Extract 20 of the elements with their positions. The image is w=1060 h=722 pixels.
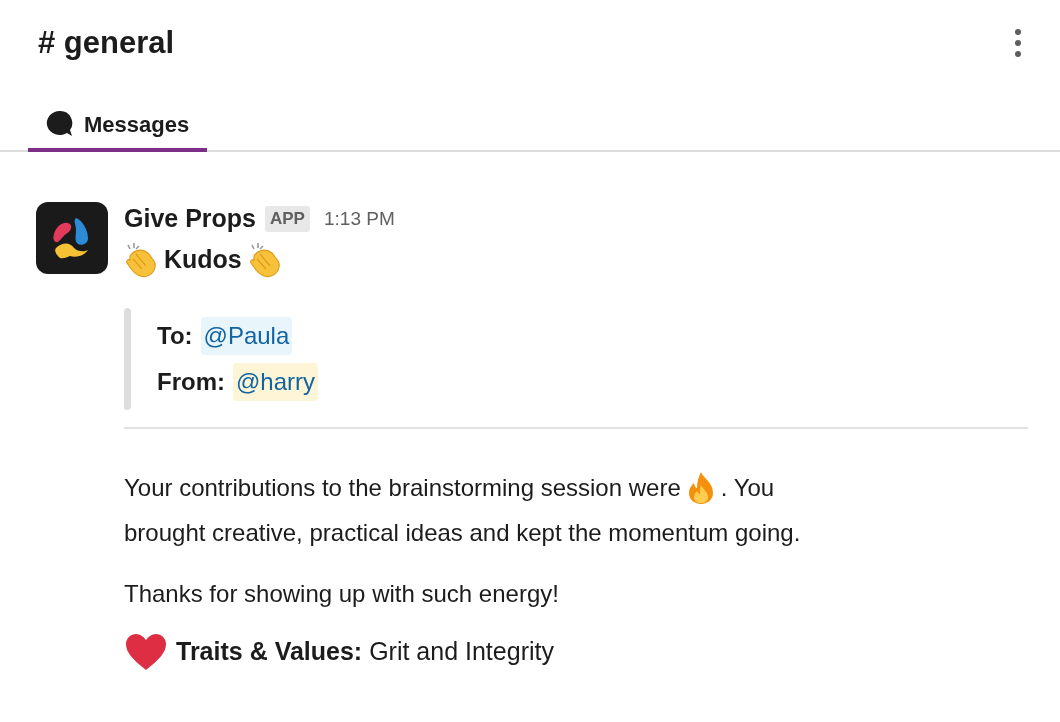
- user-mention[interactable]: @Paula: [200, 317, 293, 355]
- heart-icon: [124, 632, 168, 672]
- traits-and-values: Traits & Values: Grit and Integrity: [176, 636, 554, 668]
- sender-name[interactable]: Give Props: [124, 200, 256, 238]
- message-text: Your contributions to the brainstorming session were: [124, 473, 681, 503]
- clapping-hands-icon: [124, 242, 158, 278]
- message-text: brought creative, practical ideas and kept the momentum going.: [124, 518, 801, 548]
- field-label: To:: [157, 321, 193, 351]
- messages-tab[interactable]: Messages: [28, 100, 208, 152]
- channel-title: # general: [38, 23, 175, 62]
- user-mention[interactable]: @harry: [233, 363, 319, 401]
- field-label: From:: [157, 367, 225, 397]
- app-avatar: [36, 202, 108, 274]
- message-time[interactable]: 1:13 PM: [323, 204, 395, 234]
- speech-bubble-icon: [46, 110, 74, 138]
- app-badge: APP: [265, 206, 310, 232]
- message-text: . You: [720, 473, 775, 503]
- message-heading: Kudos: [164, 244, 242, 276]
- clapping-hands-icon: [247, 242, 282, 278]
- message-text: Thanks for showing up with such energy!: [124, 579, 560, 609]
